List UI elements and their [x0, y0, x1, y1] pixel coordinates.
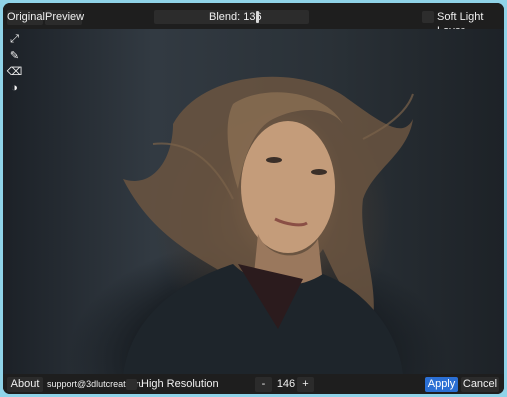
- about-button[interactable]: About: [7, 377, 43, 392]
- top-toolbar: Original Preview Blend: 136 Soft Light L…: [3, 3, 504, 37]
- apply-button[interactable]: Apply: [425, 377, 458, 392]
- decrement-button[interactable]: -: [255, 377, 272, 392]
- blend-slider[interactable]: Blend: 136: [154, 10, 309, 24]
- increment-button[interactable]: +: [297, 377, 314, 392]
- high-resolution-checkbox[interactable]: [126, 379, 137, 390]
- bottom-toolbar: About support@3dlutcreator.ru High Resol…: [3, 374, 504, 394]
- editor-window: Original Preview Blend: 136 Soft Light L…: [3, 3, 504, 394]
- original-button[interactable]: Original: [7, 10, 45, 25]
- high-resolution-label: High Resolution: [141, 378, 219, 390]
- soft-light-layer-checkbox[interactable]: [422, 11, 434, 23]
- contrast-icon[interactable]: ◑: [8, 81, 21, 94]
- preview-button[interactable]: Preview: [45, 10, 84, 25]
- image-canvas[interactable]: ⤢ ✎ ⌫ ◑: [3, 29, 504, 374]
- blend-slider-thumb[interactable]: [256, 11, 259, 23]
- eraser-icon[interactable]: ⌫: [7, 65, 23, 78]
- value-display: 146: [276, 378, 296, 390]
- blend-label: Blend: 136: [209, 11, 262, 23]
- portrait-image: [123, 76, 414, 374]
- fit-icon[interactable]: ⤢: [8, 33, 21, 46]
- brush-icon[interactable]: ✎: [8, 49, 21, 62]
- cancel-button[interactable]: Cancel: [461, 377, 499, 392]
